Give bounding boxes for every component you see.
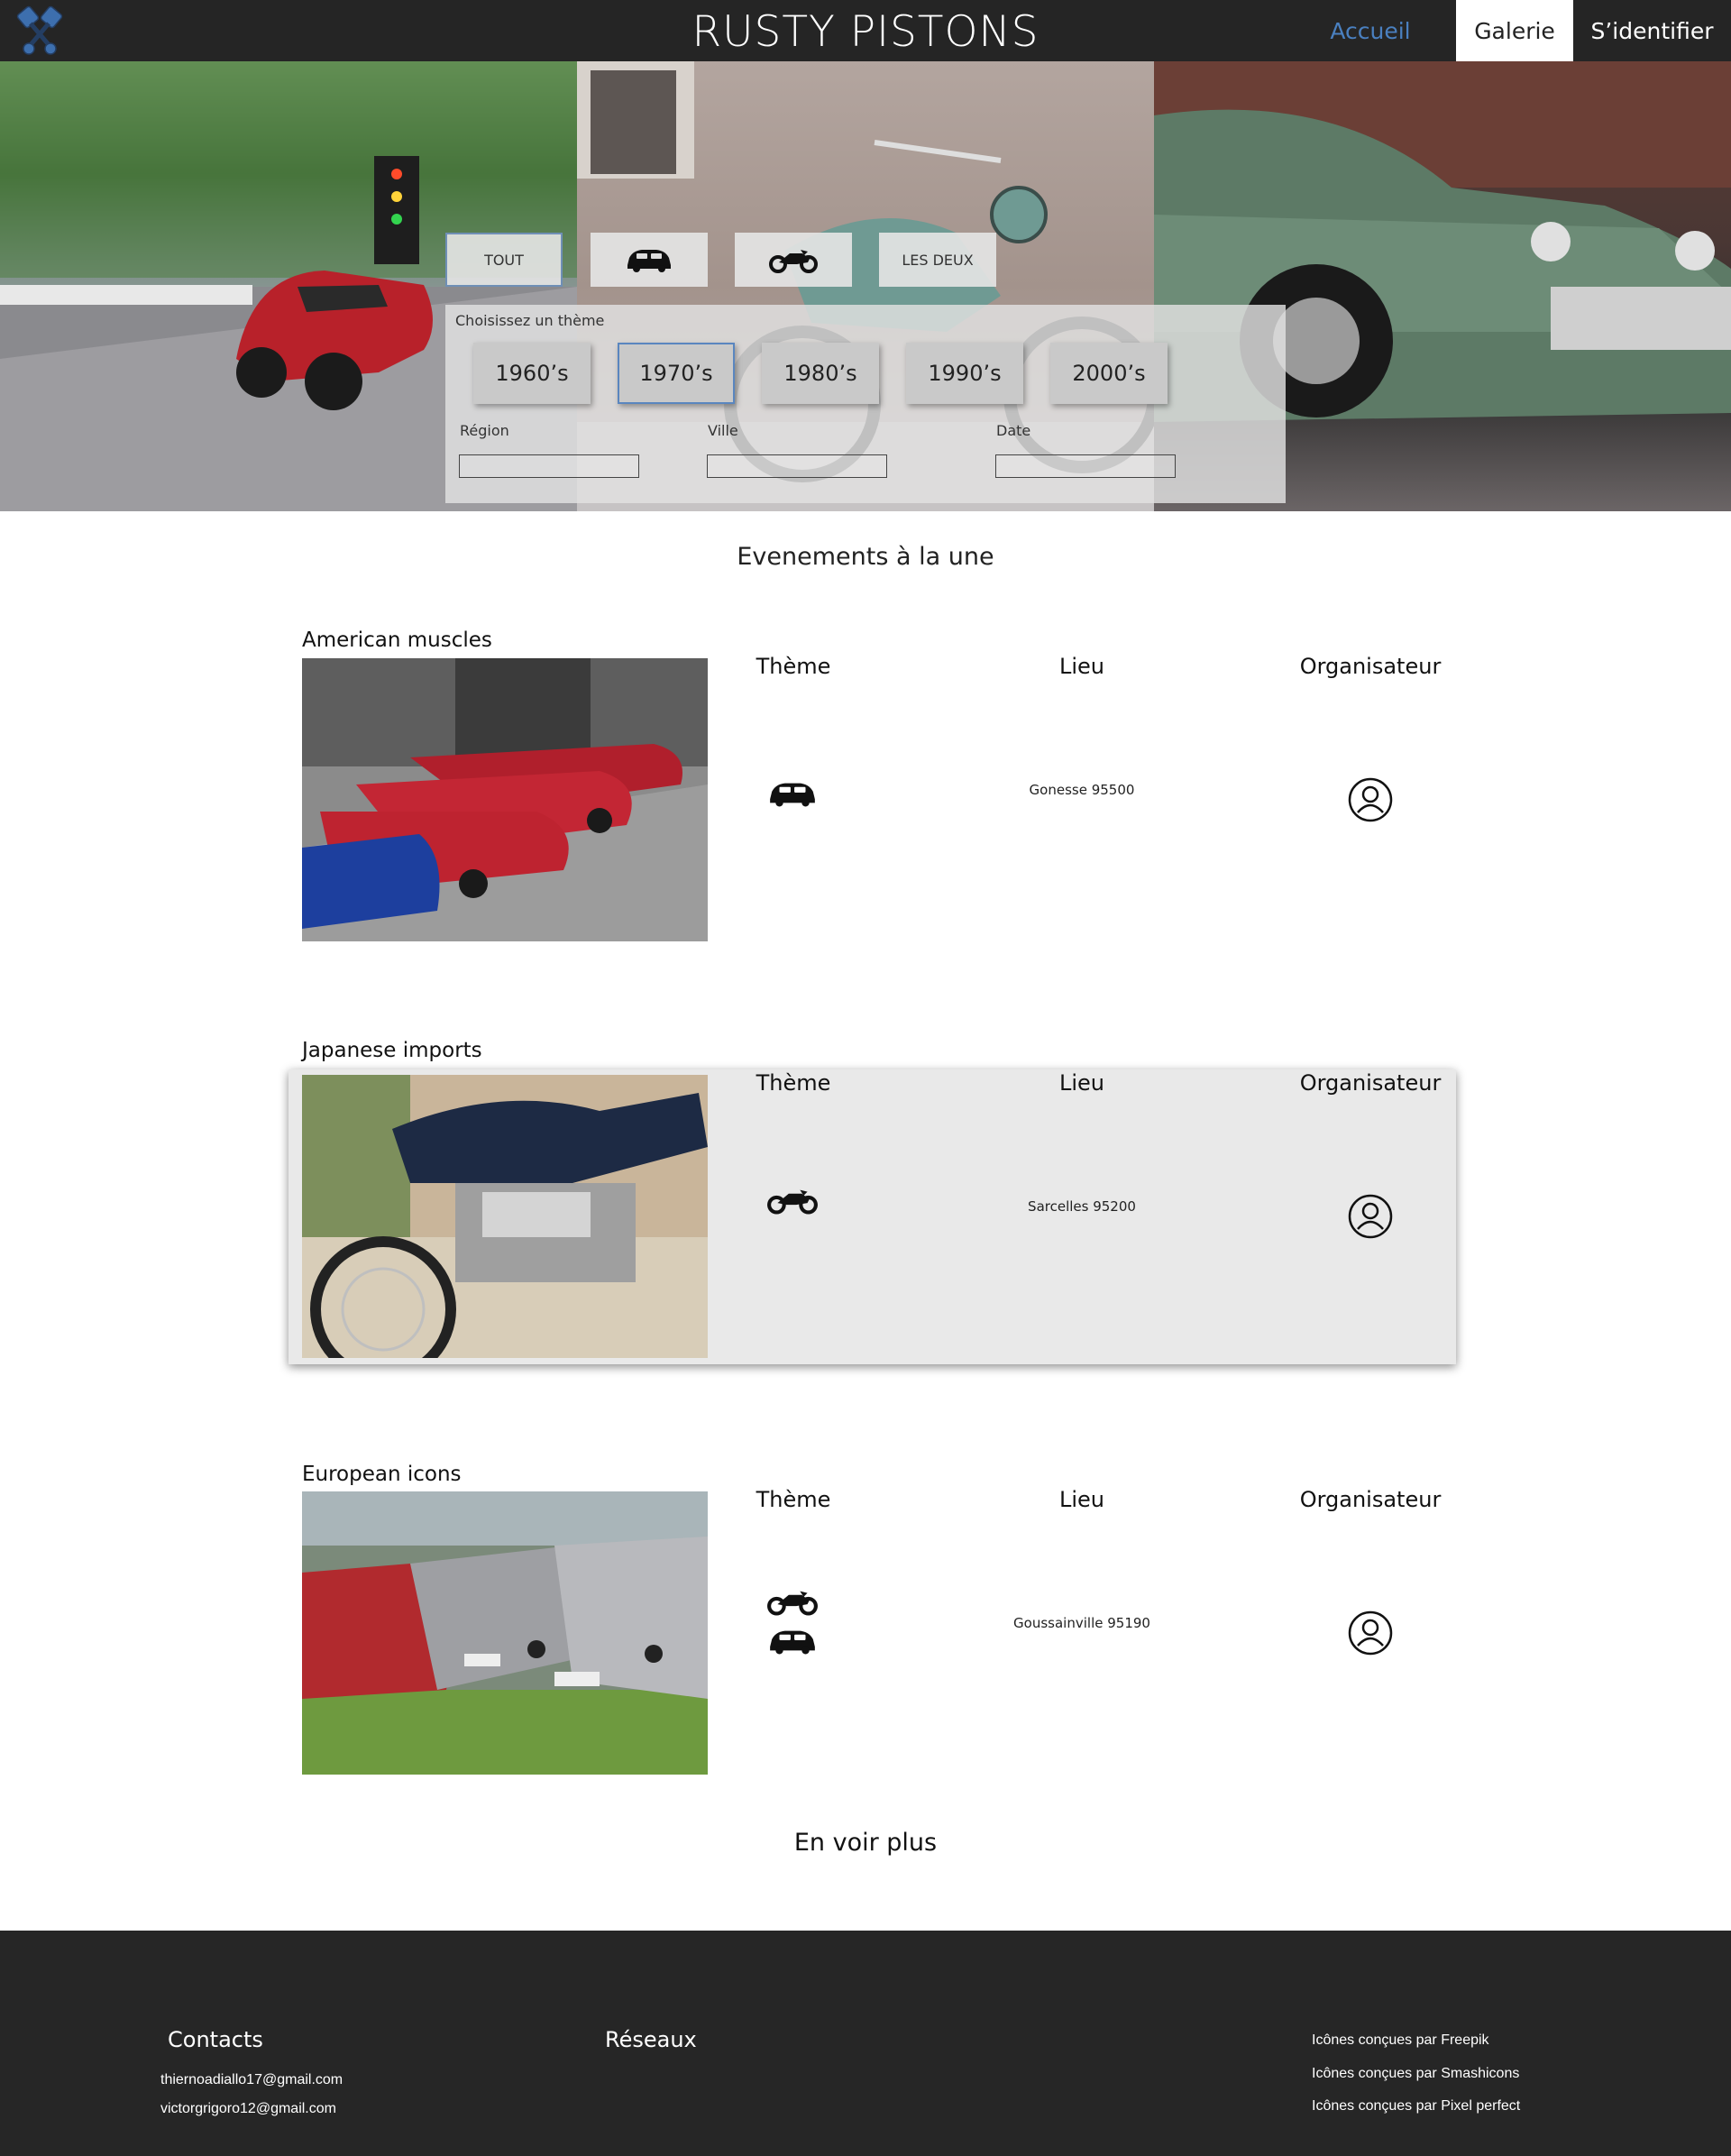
icon-credit[interactable]: Icônes conçues par Freepik [1312,2032,1489,2049]
theme-column-header: Thème [756,1070,831,1096]
crossed-pistons-icon[interactable] [13,4,67,58]
event-photo-japanese[interactable] [302,1075,708,1358]
footer: Contacts thiernoadiallo17@gmail.com vict… [0,1931,1731,2156]
event-photo-american[interactable] [302,658,708,941]
region-label: Région [460,422,509,439]
nav-login[interactable]: S’identifier [1573,0,1731,61]
decade-1970-button[interactable]: 1970’s [618,343,735,404]
contacts-title: Contacts [168,2027,263,2052]
place-column-header: Lieu [1058,1070,1104,1096]
city-input[interactable] [707,454,887,478]
nav-accueil[interactable]: Accueil [1298,0,1442,61]
contact-email[interactable]: thiernoadiallo17@gmail.com [160,2072,343,2088]
organizer-column-header: Organisateur [1299,654,1442,679]
nav-galerie[interactable]: Galerie [1456,0,1573,61]
filter-moto-button[interactable] [735,233,852,287]
networks-title: Réseaux [605,2027,697,2052]
hero-banner: TOUT LES DEUX Choisissez un thème 1960’s… [0,61,1731,511]
featured-events-title: Evenements à la une [737,543,994,571]
decade-1960-button[interactable]: 1960’s [473,343,591,404]
event-photo-european[interactable] [302,1491,708,1775]
theme-column-header: Thème [756,654,831,679]
theme-label: Choisissez un thème [455,312,605,329]
event-place: Gonesse 95500 [1029,782,1135,798]
filter-car-button[interactable] [591,233,708,287]
theme-column-header: Thème [756,1487,831,1512]
event-title[interactable]: American muscles [302,628,492,652]
event-title[interactable]: European icons [302,1463,462,1486]
car-icon [627,250,671,272]
user-icon[interactable] [1347,1610,1394,1656]
place-column-header: Lieu [1058,1487,1104,1512]
motorcycle-icon [767,1189,818,1215]
icon-credit[interactable]: Icônes conçues par Smashicons [1312,2066,1519,2082]
see-more-link[interactable]: En voir plus [0,1829,1731,1857]
organizer-column-header: Organisateur [1299,1487,1442,1512]
organizer-column-header: Organisateur [1299,1070,1442,1096]
event-place: Goussainville 95190 [1013,1615,1150,1631]
contact-email[interactable]: victorgrigoro12@gmail.com [160,2101,336,2117]
city-label: Ville [708,422,738,439]
car-icon [770,783,815,807]
date-label: Date [996,422,1031,439]
motorcycle-icon [767,1591,818,1616]
decade-1990-button[interactable]: 1990’s [906,343,1023,404]
filter-both-button[interactable]: LES DEUX [879,233,996,287]
icon-credit[interactable]: Icônes conçues par Pixel perfect [1312,2098,1520,2115]
decade-1980-button[interactable]: 1980’s [762,343,879,404]
event-title[interactable]: Japanese imports [302,1039,482,1062]
date-input[interactable] [995,454,1176,478]
user-icon[interactable] [1347,776,1394,823]
event-place: Sarcelles 95200 [1028,1198,1136,1215]
filter-all-button[interactable]: TOUT [445,233,563,287]
user-icon[interactable] [1347,1193,1394,1240]
region-input[interactable] [459,454,639,478]
decade-2000-button[interactable]: 2000’s [1050,343,1168,404]
top-bar: RUSTY PISTONS Accueil Galerie S’identifi… [0,0,1731,61]
motorcycle-icon [769,250,818,273]
place-column-header: Lieu [1058,654,1104,679]
car-icon [770,1630,815,1655]
